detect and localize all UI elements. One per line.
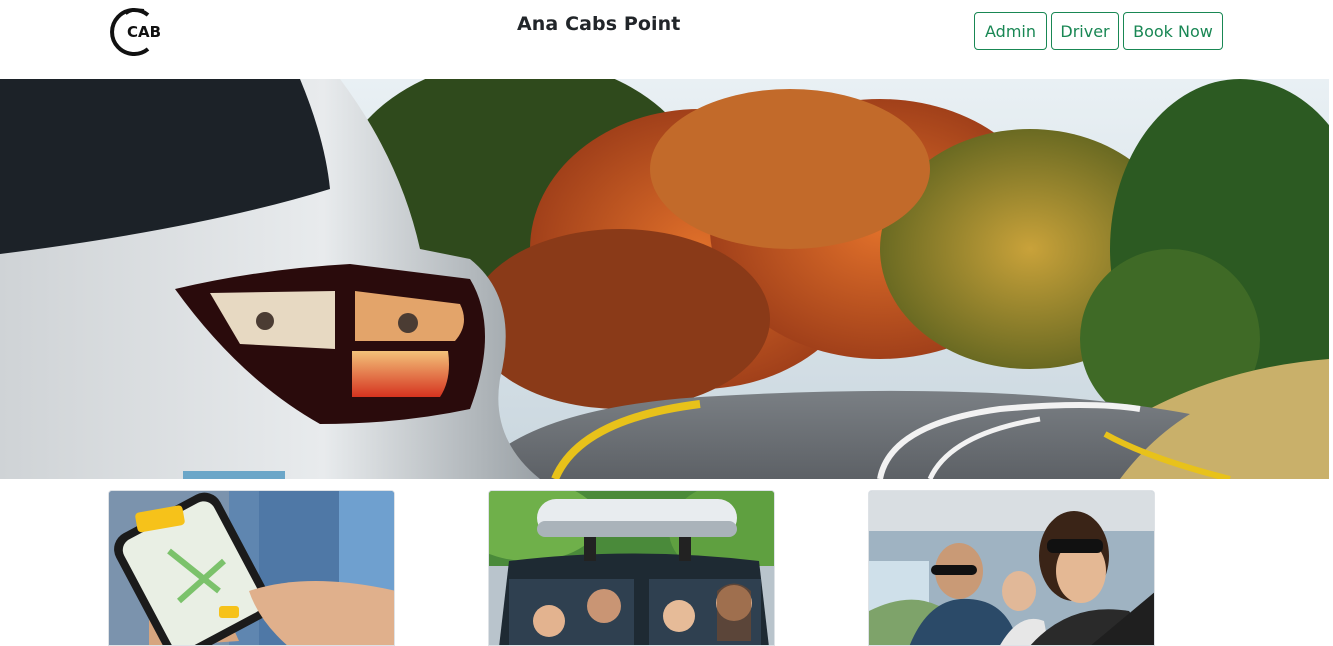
cab-logo[interactable]: CAB	[108, 6, 188, 56]
site-title: Ana Cabs Point	[517, 13, 681, 35]
logo-text: CAB	[127, 23, 161, 41]
card-image-couple-driving	[868, 490, 1155, 646]
card-image-family-car	[488, 490, 775, 646]
card-image-taxi-app	[108, 490, 395, 646]
navbar: CAB Ana Cabs Point Admin Driver Book Now	[0, 0, 1333, 79]
hero-banner-image	[0, 79, 1329, 479]
book-now-button[interactable]: Book Now	[1123, 12, 1223, 50]
admin-button[interactable]: Admin	[974, 12, 1047, 50]
driver-button[interactable]: Driver	[1051, 12, 1119, 50]
cab-logo-icon: CAB	[110, 8, 161, 56]
